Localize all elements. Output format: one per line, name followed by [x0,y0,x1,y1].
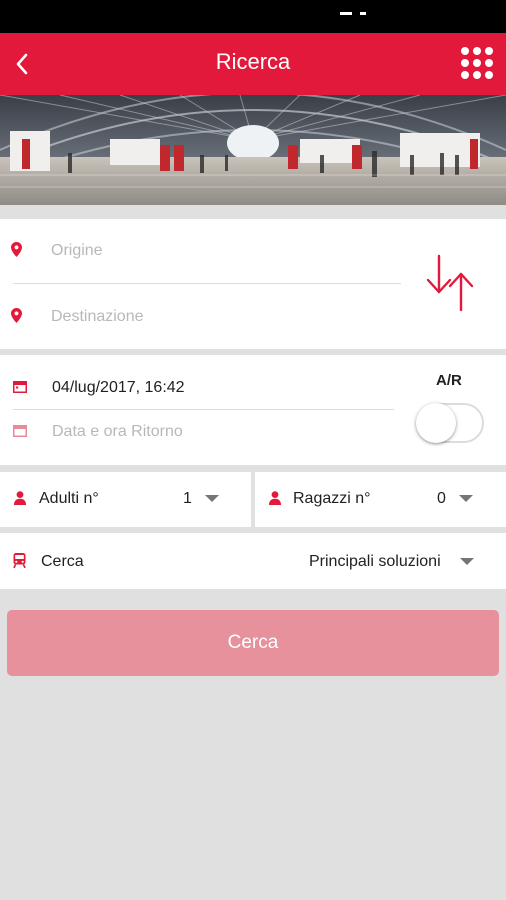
toggle-knob [416,403,456,443]
person-icon [269,491,281,505]
app-bar: Ricerca [0,33,506,95]
train-icon [13,553,26,568]
grid-menu-button[interactable] [461,47,493,79]
round-trip-toggle[interactable] [416,401,486,445]
children-value: 0 [437,490,446,507]
status-indicator [340,12,370,15]
chevron-down-icon [459,495,473,502]
field-divider [13,283,401,284]
status-bar [0,0,506,33]
location-pin-icon [11,242,22,257]
search-button[interactable]: Cerca [7,610,499,676]
person-icon [14,491,26,505]
round-trip-label: A/R [436,372,462,389]
route-card: Origine Destinazione [0,219,506,349]
chevron-down-icon [205,495,219,502]
search-type-value: Principali soluzioni [309,553,441,570]
adults-value: 1 [183,490,192,507]
swap-arrows-icon [426,254,474,312]
station-banner-image [0,95,506,205]
swap-stations-button[interactable] [422,252,478,314]
calendar-icon [13,381,27,393]
chevron-down-icon [460,558,474,565]
children-selector[interactable]: Ragazzi n° 0 [255,472,506,527]
field-divider [13,409,394,410]
departure-datetime-input[interactable]: 04/lug/2017, 16:42 [52,379,185,397]
return-datetime-input[interactable]: Data e ora Ritorno [52,423,183,441]
calendar-icon [13,425,27,437]
adults-label: Adulti n° [39,490,99,507]
origin-input[interactable]: Origine [51,242,103,260]
location-pin-icon [11,308,22,323]
search-type-label: Cerca [41,553,84,570]
children-label: Ragazzi n° [293,490,371,507]
destination-input[interactable]: Destinazione [51,308,144,326]
search-type-selector[interactable]: Cerca Principali soluzioni [0,533,506,589]
adults-selector[interactable]: Adulti n° 1 [0,472,251,527]
page-title: Ricerca [215,49,291,74]
